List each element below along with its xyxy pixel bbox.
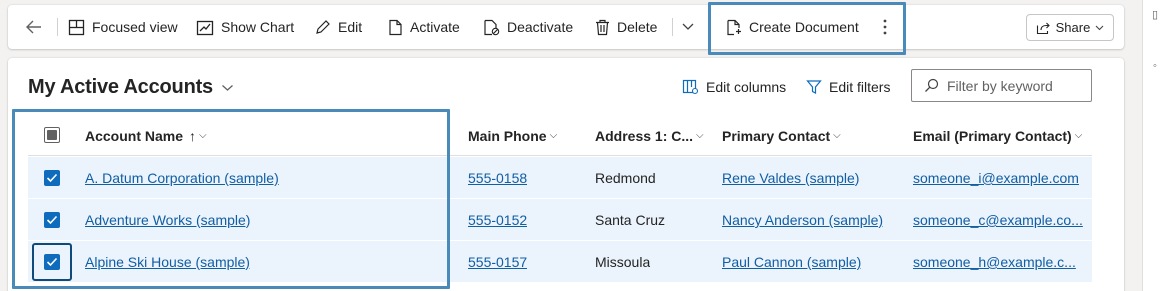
account-name-link[interactable]: Alpine Ski House (sample) [85,254,250,270]
overflow-button[interactable] [681,5,695,49]
share-button[interactable]: Share [1026,14,1114,41]
document-deactivate-icon [484,19,500,35]
sort-ascending-icon: ↑ [189,127,197,144]
row-checkbox[interactable] [44,212,60,228]
chevron-down-icon: ⌵ [833,130,841,141]
share-icon [1036,22,1050,34]
column-header-account-name[interactable]: Account Name ↑ ⌵ [85,115,207,156]
focused-view-label: Focused view [92,19,178,35]
table-row[interactable]: A. Datum Corporation (sample) 555-0158 R… [28,157,1092,199]
delete-button[interactable]: Delete [595,5,657,49]
pencil-icon [316,20,330,34]
column-label: Primary Contact [722,127,831,144]
city-cell: Santa Cruz [595,212,666,228]
delete-label: Delete [617,19,658,35]
command-bar: Focused view Show Chart Edit Activate De… [8,5,1124,49]
primary-contact-link[interactable]: Nancy Anderson (sample) [722,212,883,228]
chevron-down-icon: ⌵ [1074,130,1083,141]
checkmark-icon [46,173,58,183]
share-label: Share [1055,20,1091,35]
primary-contact-link[interactable]: Rene Valdes (sample) [722,170,859,186]
account-name-link[interactable]: Adventure Works (sample) [85,212,250,228]
column-header-email[interactable]: Email (Primary Contact) ⌵ [913,115,1082,156]
column-header-main-phone[interactable]: Main Phone ⌵ [468,115,557,156]
back-arrow-icon [26,20,41,34]
side-pane-edge: ▯ ◦ [1142,0,1160,291]
create-document-button[interactable]: Create Document [726,5,859,49]
column-header-address-city[interactable]: Address 1: C... ⌵ [595,115,704,156]
show-chart-button[interactable]: Show Chart [196,5,294,49]
column-label: Main Phone [468,127,547,144]
table-row[interactable]: Alpine Ski House (sample) 555-0157 Misso… [28,241,1092,283]
deactivate-button[interactable]: Deactivate [483,5,573,49]
select-all-checkbox[interactable] [44,127,60,143]
edit-filters-button[interactable]: Edit filters [806,76,890,98]
toolbar-separator [57,18,58,36]
column-label: Address 1: C... [595,127,694,144]
chevron-down-icon: ⌵ [199,130,207,141]
edit-label: Edit [338,19,363,35]
search-icon [925,78,939,92]
trash-icon [596,19,609,35]
grid-header: Account Name ↑ ⌵ Main Phone ⌵ Address 1:… [28,115,1092,156]
edit-columns-icon [682,79,699,95]
pane-icon: ▯ [1152,9,1159,21]
focused-view-button[interactable]: Focused view [68,5,178,49]
email-link[interactable]: someone_h@example.c... [913,254,1076,270]
focused-view-icon [68,19,85,35]
document-add-icon [727,19,741,35]
filter-by-keyword[interactable] [911,69,1092,102]
create-document-label: Create Document [749,19,859,35]
column-label: Email (Primary Contact) [913,127,1072,144]
edit-button[interactable]: Edit [315,5,362,49]
city-cell: Redmond [595,170,656,186]
row-checkbox[interactable] [44,254,60,270]
checkmark-icon [46,257,58,267]
view-selector[interactable]: My Active Accounts [28,76,234,99]
filter-icon [806,80,822,94]
row-checkbox[interactable] [44,170,60,186]
email-link[interactable]: someone_c@example.co... [913,212,1083,228]
column-header-primary-contact[interactable]: Primary Contact ⌵ [722,115,841,156]
chevron-down-icon: ⌵ [549,130,558,141]
view-title: My Active Accounts [28,76,213,98]
activate-button[interactable]: Activate [388,5,460,49]
account-name-link[interactable]: A. Datum Corporation (sample) [85,170,279,186]
chart-icon [196,20,214,35]
edit-columns-button[interactable]: Edit columns [682,76,786,98]
column-label: Account Name [85,127,184,144]
city-cell: Missoula [595,254,651,270]
chevron-down-icon [222,84,233,91]
main-phone-link[interactable]: 555-0157 [468,254,527,270]
deactivate-label: Deactivate [507,19,574,35]
document-icon [389,19,402,35]
email-link[interactable]: someone_i@example.com [913,170,1079,186]
filter-input[interactable] [947,77,1087,94]
main-phone-link[interactable]: 555-0158 [468,170,527,186]
edit-columns-label: Edit columns [706,79,787,95]
grid-panel: My Active Accounts Edit columns Edit fil… [8,58,1124,291]
table-row[interactable]: Adventure Works (sample) 555-0152 Santa … [28,199,1092,241]
main-phone-link[interactable]: 555-0152 [468,212,527,228]
chevron-down-icon [682,23,694,30]
back-button[interactable] [25,5,43,49]
show-chart-label: Show Chart [221,19,295,35]
toolbar-separator [672,18,673,36]
primary-contact-link[interactable]: Paul Cannon (sample) [722,254,861,270]
edit-filters-label: Edit filters [829,79,891,95]
checkmark-icon [46,215,58,225]
more-commands-button[interactable] [882,5,888,49]
activate-label: Activate [410,19,460,35]
pane-icon: ◦ [1153,60,1157,72]
chevron-down-icon: ⌵ [696,130,704,141]
more-vertical-icon [883,19,887,35]
chevron-down-icon [1095,25,1104,30]
